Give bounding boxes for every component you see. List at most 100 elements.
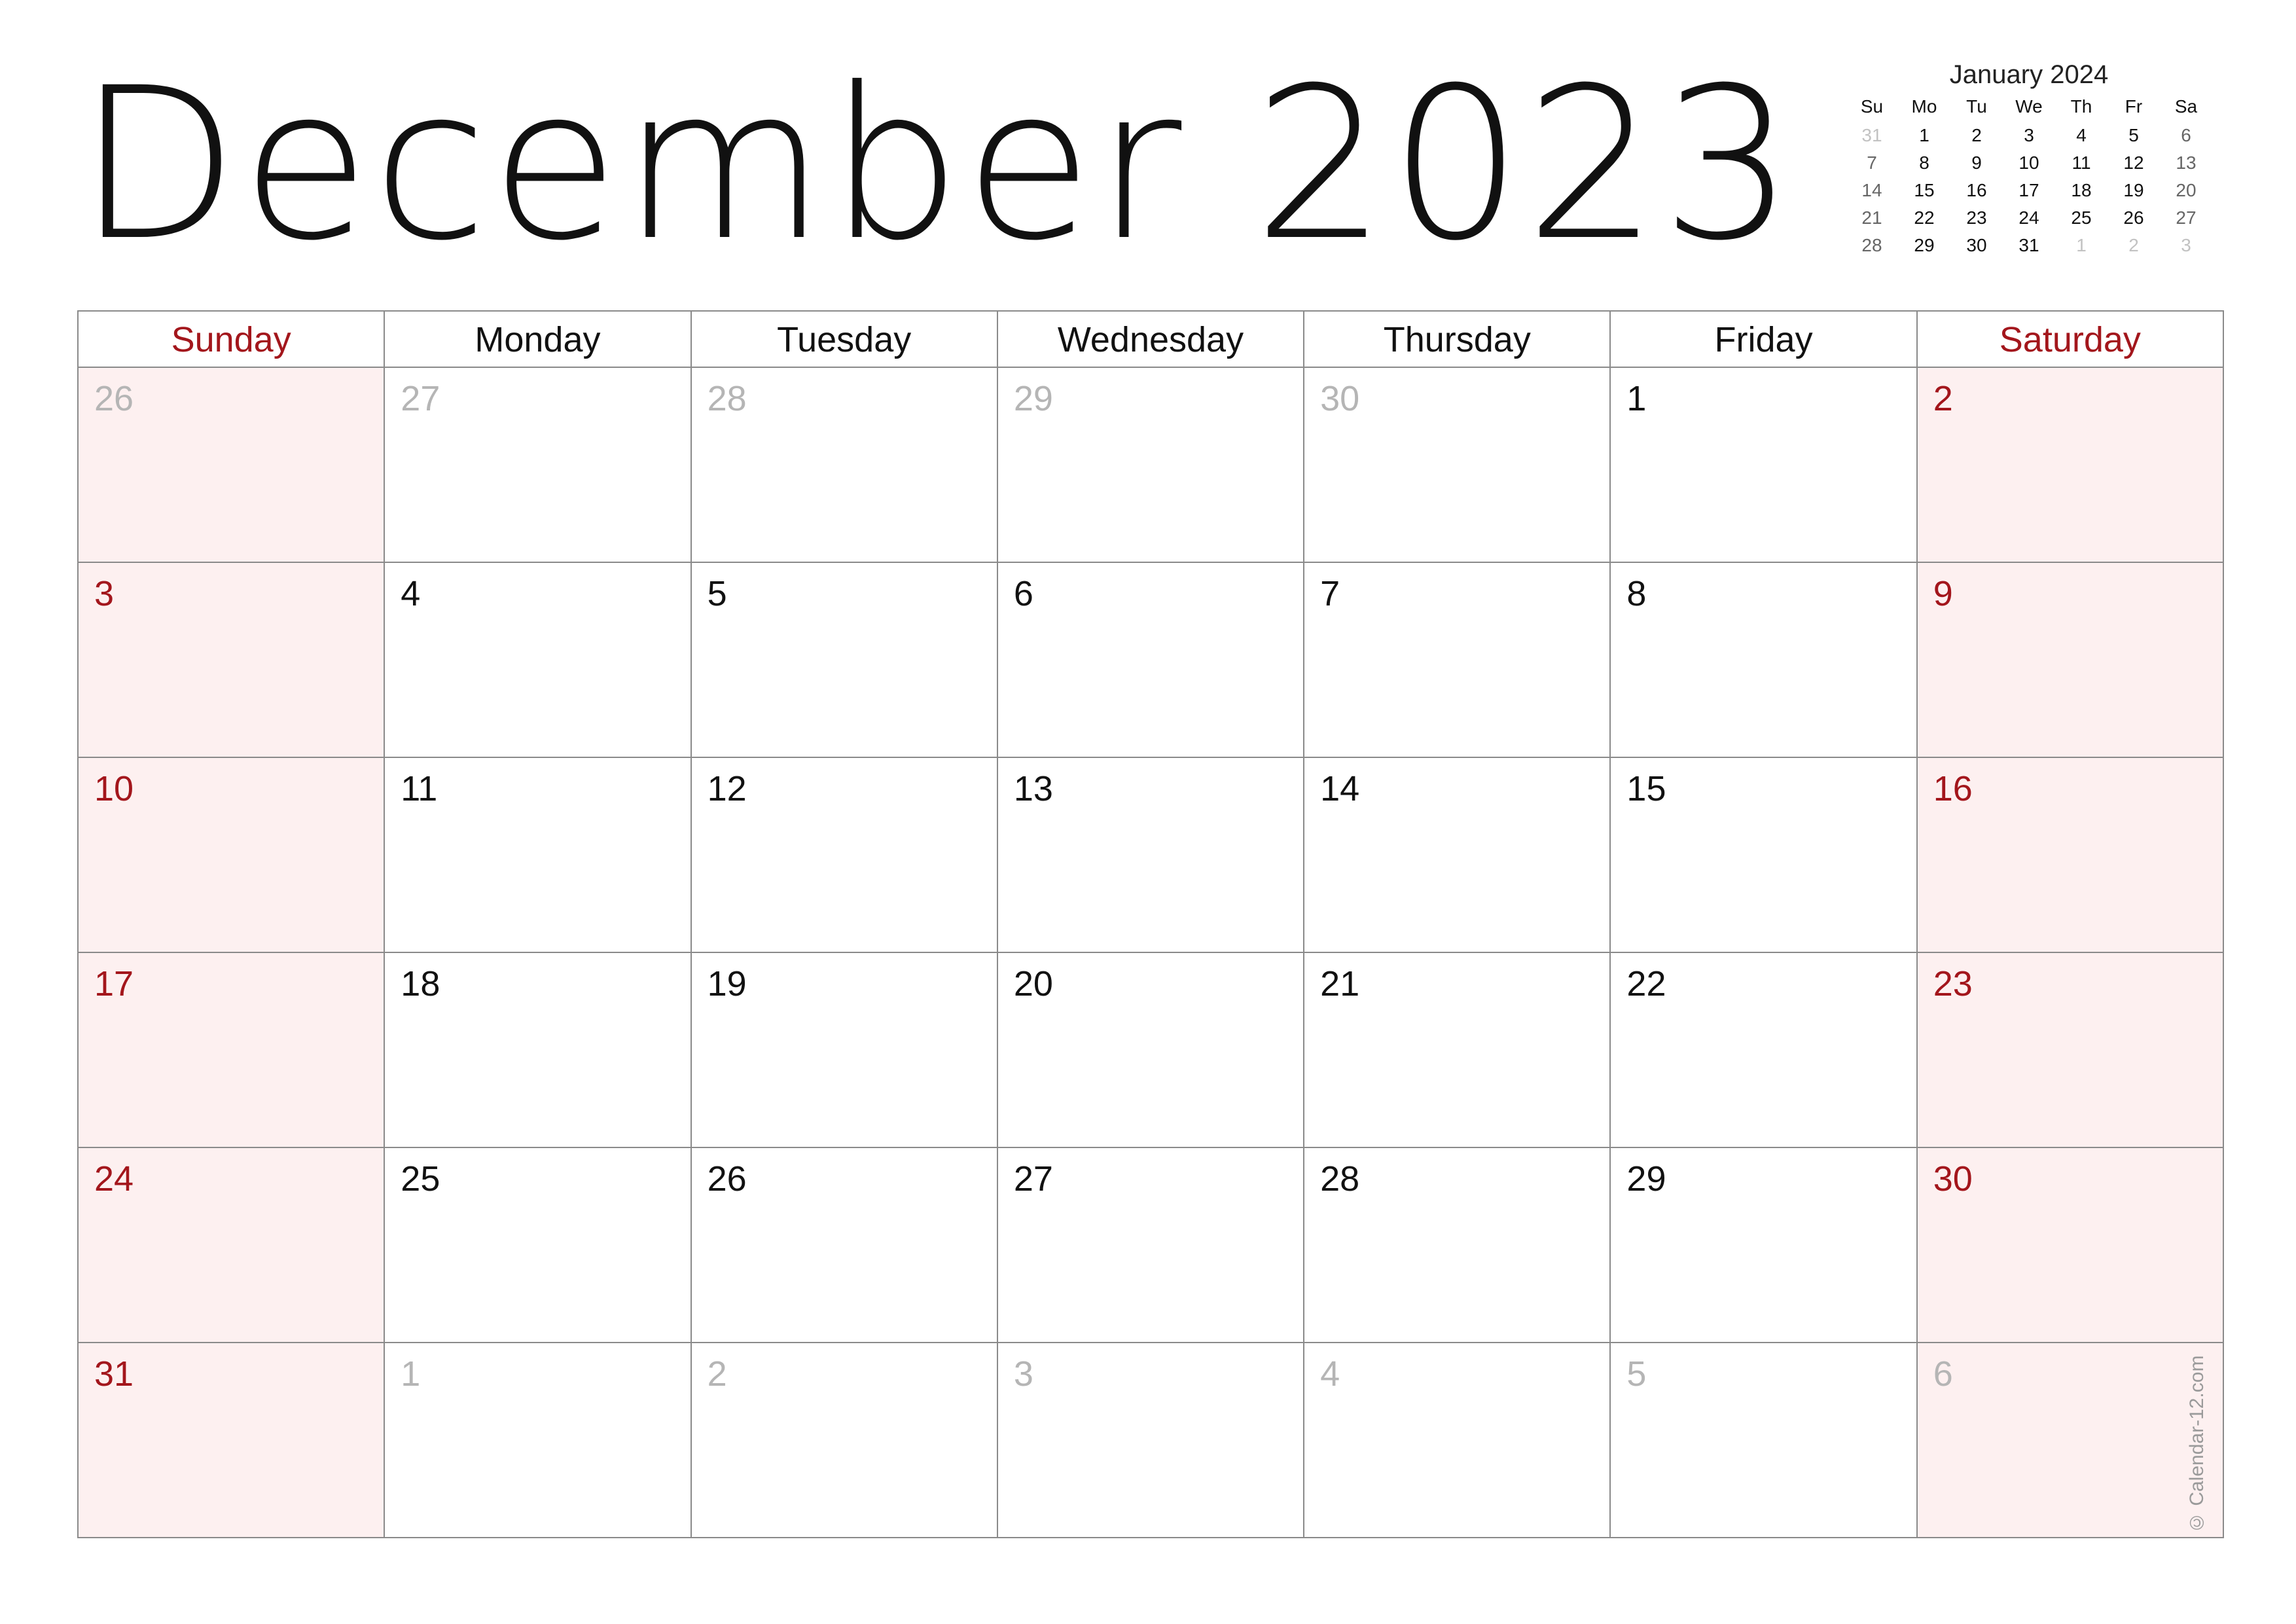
copyright-watermark: © Calendar-12.com: [2186, 1355, 2208, 1533]
day-number: 21: [1320, 964, 1360, 1003]
day-cell[interactable]: 12: [691, 758, 998, 953]
day-cell[interactable]: 11: [385, 758, 692, 953]
day-number: 18: [401, 964, 440, 1003]
day-cell[interactable]: 26: [691, 1148, 998, 1343]
mini-calendar-grid: Su Mo Tu We Th Fr Sa 31 1 2 3 4 5 6 7 8 9 10 11 12 13 14 15 16 1…: [1846, 92, 2212, 259]
day-cell[interactable]: 25: [385, 1148, 692, 1343]
day-cell[interactable]: 6: [1917, 1343, 2224, 1538]
day-number: 17: [94, 964, 134, 1003]
day-cell[interactable]: 14: [1304, 758, 1611, 953]
day-number: 9: [1933, 574, 1953, 613]
day-cell[interactable]: 16: [1917, 758, 2224, 953]
mini-weekday-label: Fr: [2125, 96, 2143, 117]
mini-day-cell: 17: [2018, 180, 2039, 200]
day-cell[interactable]: 29: [997, 368, 1305, 563]
mini-day-cell: 15: [1914, 180, 1935, 200]
mini-calendar-next-month: January 2024 Su Mo Tu We Th Fr Sa 31 1 2 3 4 5 6 7 8 9 10…: [1846, 58, 2212, 259]
day-cell[interactable]: 23: [1917, 953, 2224, 1148]
day-cell[interactable]: 20: [997, 953, 1305, 1148]
day-number: 24: [94, 1159, 134, 1199]
weekday-header-tuesday: Tuesday: [691, 312, 998, 368]
mini-day-cell: 8: [1919, 153, 1929, 173]
day-cell[interactable]: 19: [691, 953, 998, 1148]
day-number: 31: [94, 1354, 134, 1394]
day-cell[interactable]: 29: [1611, 1148, 1918, 1343]
mini-day-cell: 26: [2123, 208, 2144, 228]
day-number: 8: [1626, 574, 1647, 613]
day-number: 3: [94, 574, 115, 613]
mini-calendar-title: January 2024: [1949, 60, 2109, 89]
day-cell[interactable]: 27: [997, 1148, 1305, 1343]
day-number: 25: [401, 1159, 440, 1199]
day-cell[interactable]: 2: [691, 1343, 998, 1538]
day-number: 3: [1013, 1354, 1033, 1394]
weekday-header-thursday: Thursday: [1304, 312, 1611, 368]
day-number: 20: [1013, 964, 1053, 1003]
mini-weekday-label: Tu: [1966, 96, 1987, 117]
week-row: 10 11 12 13 14 15 16: [79, 758, 2224, 953]
mini-day-cell: 31: [1861, 125, 1882, 145]
day-cell[interactable]: 3: [997, 1343, 1305, 1538]
day-cell[interactable]: 5: [1611, 1343, 1918, 1538]
day-number: 2: [707, 1354, 727, 1394]
day-number: 28: [707, 379, 747, 418]
day-cell[interactable]: 28: [1304, 1148, 1611, 1343]
day-cell[interactable]: 1: [1611, 368, 1918, 563]
calendar-body: 26 27 28 29 30 1 2 3 4 5 6 7 8 9 10 11 12 13 14 15 16 17 18 19 2…: [79, 368, 2224, 1538]
mini-day-cell: 11: [2072, 153, 2091, 173]
day-number: 12: [707, 769, 747, 808]
week-row: 24 25 26 27 28 29 30: [79, 1148, 2224, 1343]
weekday-header-row: Sunday Monday Tuesday Wednesday Thursday Frid…: [79, 312, 2224, 368]
day-cell[interactable]: 30: [1917, 1148, 2224, 1343]
mini-day-cell: 4: [2076, 125, 2087, 145]
day-cell[interactable]: 5: [691, 563, 998, 758]
day-cell[interactable]: 10: [79, 758, 386, 953]
weekday-header-wednesday: Wednesday: [997, 312, 1305, 368]
day-number: 26: [707, 1159, 747, 1199]
day-cell[interactable]: 9: [1917, 563, 2224, 758]
day-number: 22: [1626, 964, 1666, 1003]
day-number: 6: [1933, 1354, 1953, 1394]
day-cell[interactable]: 28: [691, 368, 998, 563]
day-cell[interactable]: 24: [79, 1148, 386, 1343]
day-cell[interactable]: 21: [1304, 953, 1611, 1148]
day-cell[interactable]: 26: [79, 368, 386, 563]
day-cell[interactable]: 8: [1611, 563, 1918, 758]
day-number: 28: [1320, 1159, 1360, 1199]
day-cell[interactable]: 18: [385, 953, 692, 1148]
mini-weekday-label: Su: [1860, 96, 1884, 117]
day-number: 29: [1626, 1159, 1666, 1199]
day-cell[interactable]: 30: [1304, 368, 1611, 563]
mini-day-cell: 1: [2076, 235, 2087, 255]
mini-weekday-label: We: [2015, 96, 2043, 117]
day-number: 26: [94, 379, 134, 418]
mini-day-cell: 23: [1966, 208, 1987, 228]
day-cell[interactable]: 15: [1611, 758, 1918, 953]
day-number: 13: [1013, 769, 1053, 808]
day-number: 30: [1320, 379, 1360, 418]
day-cell[interactable]: 4: [1304, 1343, 1611, 1538]
day-cell[interactable]: 3: [79, 563, 386, 758]
day-cell[interactable]: 2: [1917, 368, 2224, 563]
day-cell[interactable]: 1: [385, 1343, 692, 1538]
mini-day-cell: 30: [1966, 235, 1987, 255]
day-cell[interactable]: 7: [1304, 563, 1611, 758]
mini-day-cell: 31: [2018, 235, 2039, 255]
day-number: 15: [1626, 769, 1666, 808]
mini-day-cell: 10: [2018, 153, 2039, 173]
day-number: 16: [1933, 769, 1973, 808]
mini-day-cell: 5: [2128, 125, 2139, 145]
day-cell[interactable]: 27: [385, 368, 692, 563]
day-cell[interactable]: 6: [997, 563, 1305, 758]
day-cell[interactable]: 22: [1611, 953, 1918, 1148]
day-cell[interactable]: 17: [79, 953, 386, 1148]
mini-day-cell: 16: [1966, 180, 1987, 200]
day-cell[interactable]: 31: [79, 1343, 386, 1538]
month-calendar-grid: Sunday Monday Tuesday Wednesday Thursday Frid…: [77, 310, 2224, 1538]
day-number: 5: [1626, 1354, 1647, 1394]
day-cell[interactable]: 13: [997, 758, 1305, 953]
mini-day-cell: 28: [1861, 235, 1882, 255]
mini-day-cell: 3: [2024, 125, 2034, 145]
mini-day-cell: 20: [2176, 180, 2197, 200]
day-cell[interactable]: 4: [385, 563, 692, 758]
